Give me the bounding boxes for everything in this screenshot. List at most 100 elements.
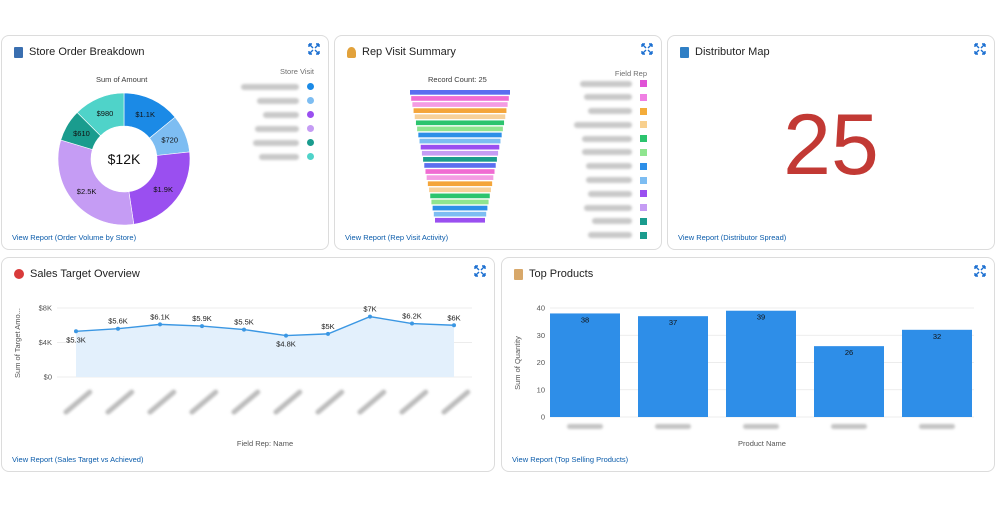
legend-item[interactable] <box>574 107 647 115</box>
legend-item[interactable] <box>574 176 647 184</box>
legend-color-square <box>640 217 647 225</box>
view-report-link-rep-visit[interactable]: View Report (Rep Visit Activity) <box>345 233 448 242</box>
line-point[interactable] <box>74 329 78 334</box>
line-point[interactable] <box>326 331 330 336</box>
legend-item[interactable] <box>241 125 314 132</box>
legend-item[interactable] <box>241 111 314 118</box>
view-report-link-sales-target[interactable]: View Report (Sales Target vs Achieved) <box>12 455 143 464</box>
legend-item[interactable] <box>574 80 647 87</box>
legend-item[interactable] <box>574 231 647 239</box>
legend-color-square <box>640 162 647 170</box>
legend-item-label <box>574 121 632 128</box>
funnel-stage[interactable] <box>424 163 496 168</box>
bar-value-label: 37 <box>669 318 677 327</box>
bar[interactable] <box>638 316 708 417</box>
view-report-link-top-products[interactable]: View Report (Top Selling Products) <box>512 455 628 464</box>
legend-item[interactable] <box>574 162 647 170</box>
expand-icon[interactable] <box>308 43 320 55</box>
x-tick-label <box>441 389 471 415</box>
bar[interactable] <box>902 329 972 417</box>
view-report-link-store-order[interactable]: View Report (Order Volume by Store) <box>12 233 136 242</box>
line-point[interactable] <box>452 323 456 328</box>
funnel-stage[interactable] <box>435 217 485 223</box>
legend-color-square <box>640 93 647 101</box>
distributor-map-title-text: Distributor Map <box>695 46 770 58</box>
line-point[interactable] <box>368 314 372 319</box>
view-report-link-distributor[interactable]: View Report (Distributor Spread) <box>678 233 786 242</box>
funnel-stage[interactable] <box>415 120 505 126</box>
donut-chart: $1.1K $720 $1.9K $2.5K $610 $980 $12K <box>57 92 191 226</box>
legend-color-square <box>640 107 647 115</box>
line-point[interactable] <box>116 326 120 331</box>
y-tick-label: 30 <box>537 331 545 340</box>
legend-color-dot <box>307 97 314 104</box>
funnel-stage[interactable] <box>414 114 506 120</box>
funnel-stage[interactable] <box>425 169 495 174</box>
bar[interactable] <box>726 310 796 417</box>
legend-item[interactable] <box>574 190 647 198</box>
legend-color-dot <box>307 153 314 160</box>
legend-item[interactable] <box>574 135 647 143</box>
legend-item-label <box>582 149 632 156</box>
x-tick-label <box>315 389 345 415</box>
donut-center-total: $12K <box>108 151 141 167</box>
line-point[interactable] <box>284 333 288 338</box>
legend-item-label <box>257 97 299 104</box>
line-point-label: $5K <box>321 322 334 331</box>
legend-item[interactable] <box>574 121 647 129</box>
funnel-stage[interactable] <box>421 150 499 156</box>
bar[interactable] <box>550 313 620 417</box>
expand-icon[interactable] <box>474 265 486 277</box>
y-tick-label: 40 <box>537 304 545 313</box>
field-rep-legend <box>574 80 647 239</box>
legend-item-label <box>592 218 632 225</box>
legend-item[interactable] <box>574 217 647 225</box>
expand-icon[interactable] <box>974 265 986 277</box>
line-point[interactable] <box>200 324 204 329</box>
line-point[interactable] <box>410 321 414 326</box>
funnel-stage[interactable] <box>419 138 501 144</box>
legend-color-square <box>640 121 647 129</box>
rep-visit-card: Rep Visit Summary Record Count: 25 Field… <box>334 35 662 250</box>
funnel-stage[interactable] <box>420 144 500 150</box>
funnel-stage[interactable] <box>431 199 489 205</box>
funnel-stage[interactable] <box>429 187 491 193</box>
funnel-stage[interactable] <box>417 126 503 132</box>
line-point[interactable] <box>242 327 246 332</box>
x-tick-label <box>655 424 691 429</box>
funnel-stage[interactable] <box>423 157 497 162</box>
top-products-bar-chart: 40 30 20 10 0 38 37 39 26 32 Product Name Sum of Qu… <box>513 304 974 448</box>
funnel-stage[interactable] <box>433 211 487 217</box>
legend-item[interactable] <box>241 83 314 90</box>
line-point-label: $5.6K <box>108 317 128 326</box>
line-point[interactable] <box>158 322 162 327</box>
donut-slice-label: $1.1K <box>135 110 155 119</box>
funnel-stage[interactable] <box>427 181 493 187</box>
legend-color-square <box>640 204 647 212</box>
funnel-stage[interactable] <box>410 90 510 95</box>
funnel-stage[interactable] <box>430 193 490 199</box>
donut-slice-label: $2.5K <box>77 187 97 196</box>
expand-icon[interactable] <box>974 43 986 55</box>
legend-color-square <box>640 135 647 143</box>
legend-item-label <box>255 125 299 132</box>
funnel-stage[interactable] <box>412 102 508 107</box>
line-point-label: $4.8K <box>276 340 296 349</box>
funnel-stage[interactable] <box>413 108 507 113</box>
legend-item[interactable] <box>574 93 647 101</box>
legend-item[interactable] <box>574 148 647 156</box>
legend-item[interactable] <box>574 204 647 212</box>
expand-icon[interactable] <box>641 43 653 55</box>
donut-slice-label: $720 <box>161 135 178 144</box>
legend-item-label <box>586 163 632 170</box>
funnel-stage[interactable] <box>432 205 488 211</box>
x-tick-label <box>63 389 93 415</box>
legend-item-label <box>241 83 299 90</box>
funnel-stage[interactable] <box>426 175 494 180</box>
funnel-stage[interactable] <box>411 96 509 101</box>
legend-item[interactable] <box>241 139 314 146</box>
legend-item[interactable] <box>241 153 314 160</box>
legend-item[interactable] <box>241 97 314 104</box>
funnel-stage[interactable] <box>418 132 502 138</box>
legend-color-square <box>640 176 647 184</box>
